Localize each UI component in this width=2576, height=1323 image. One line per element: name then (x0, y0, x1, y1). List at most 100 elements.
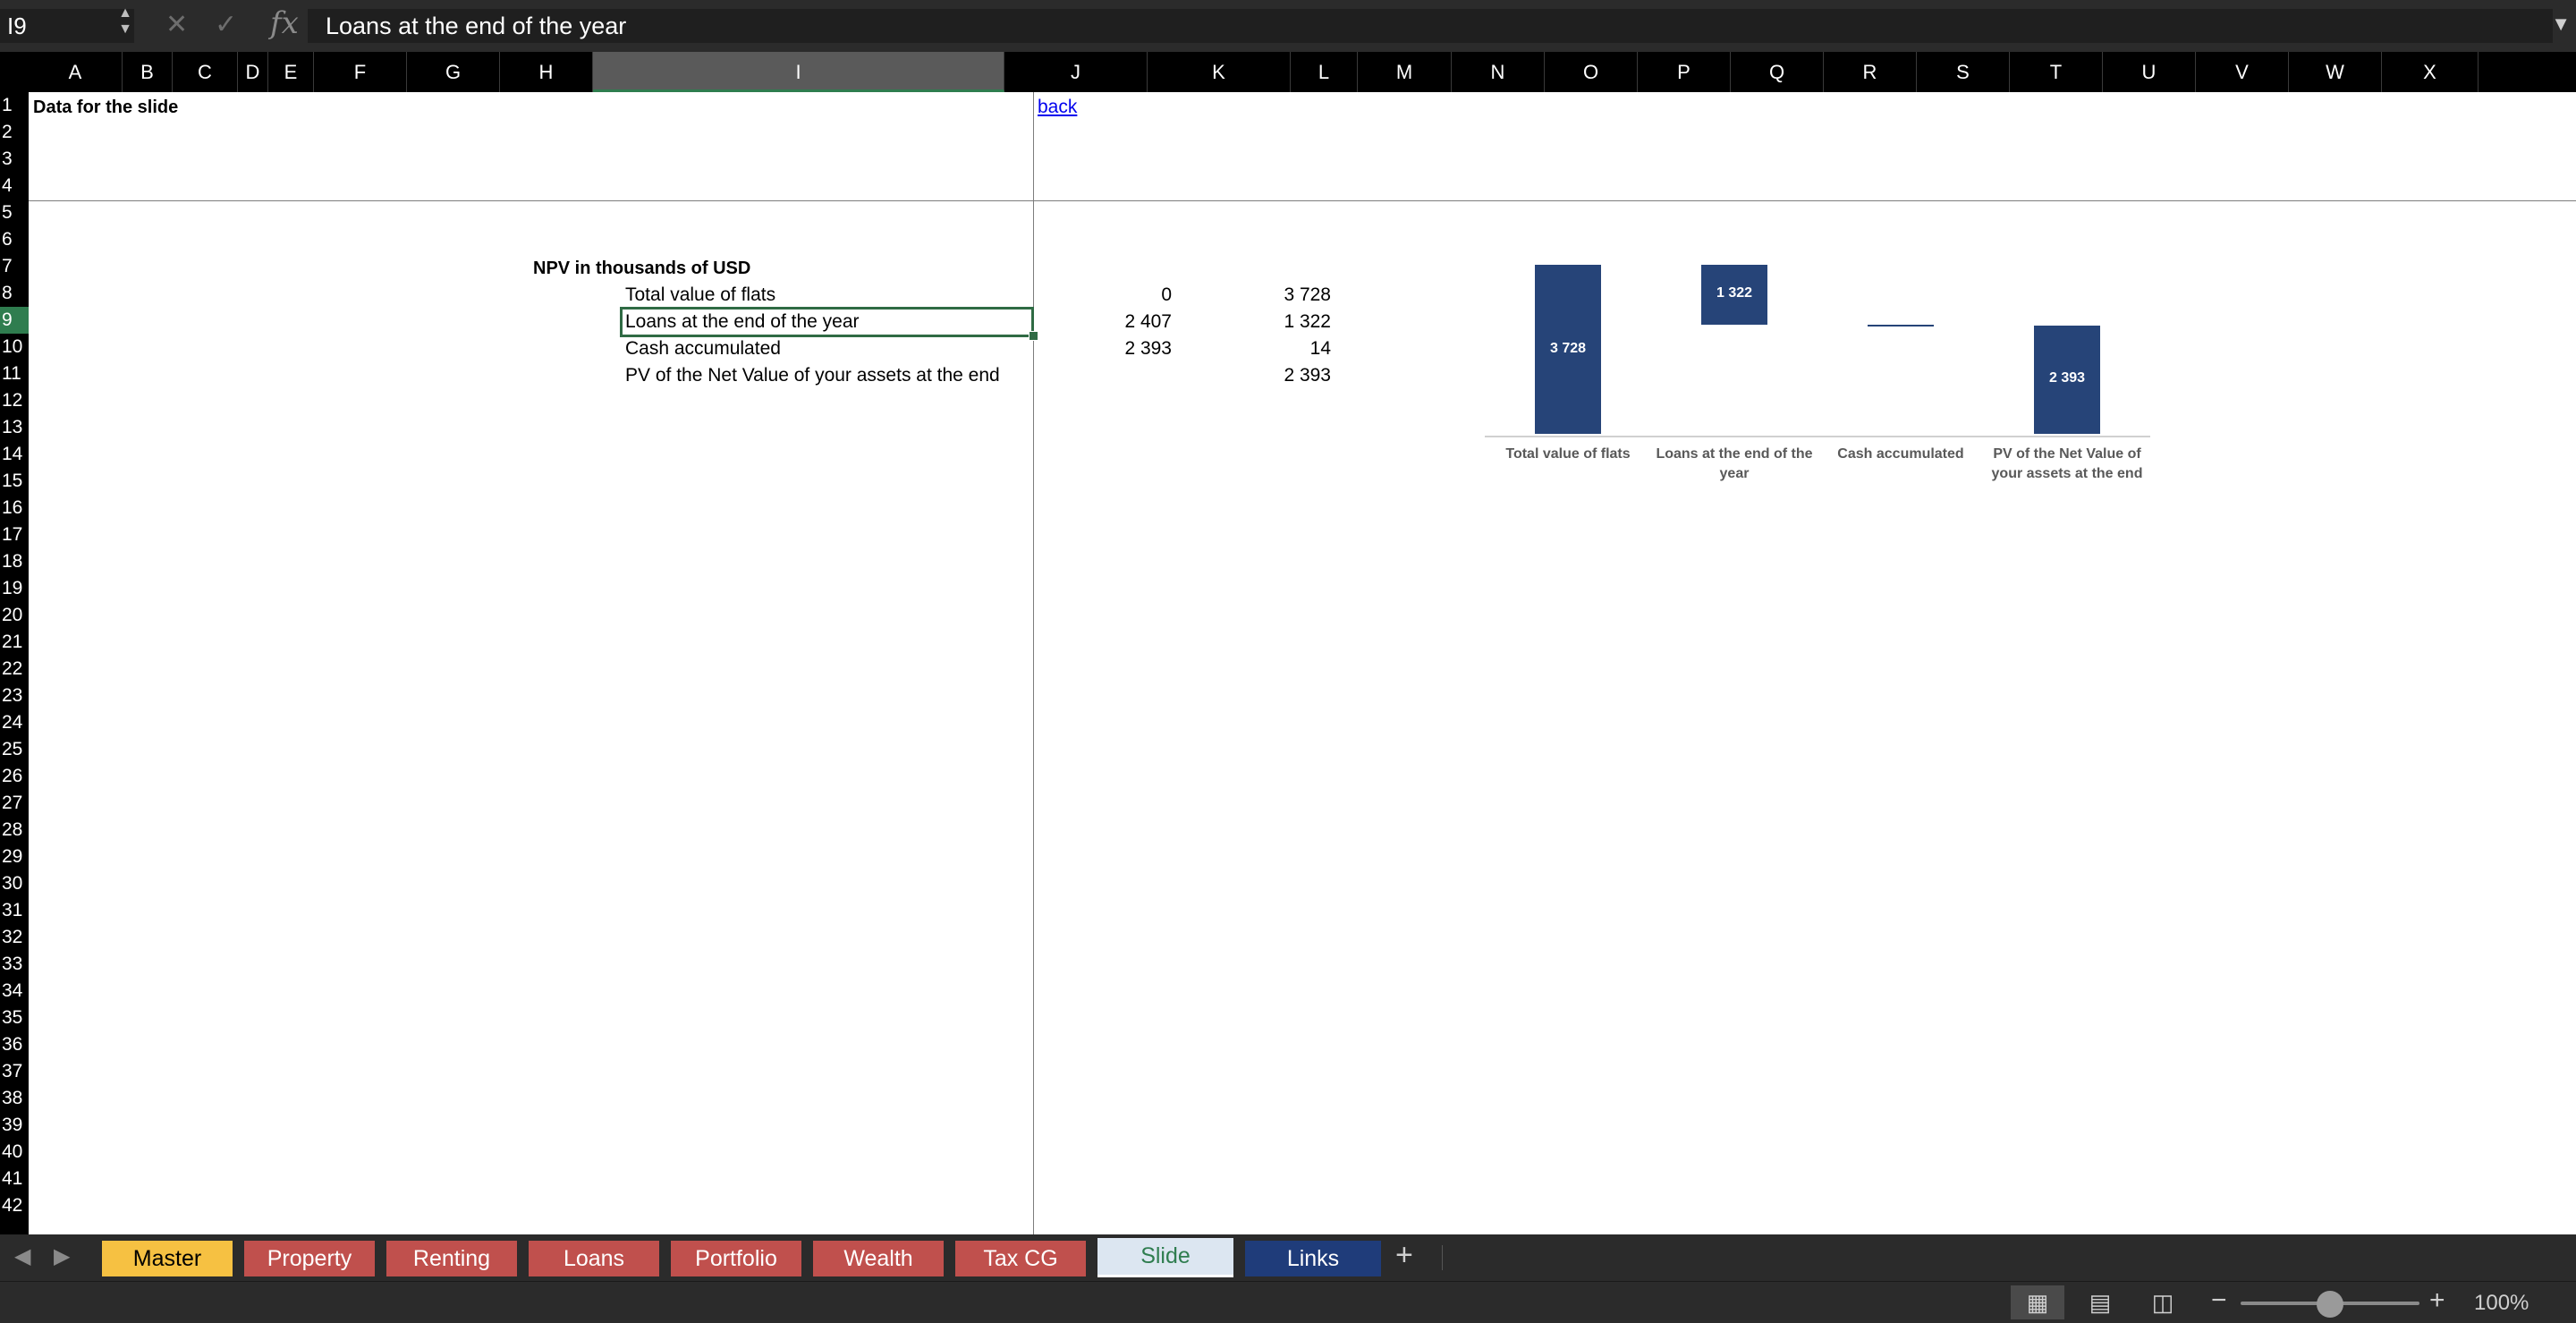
sheet-tab-master[interactable]: Master (102, 1241, 233, 1276)
row-header-1[interactable]: 1 (0, 92, 29, 119)
column-header-j[interactable]: J (1004, 52, 1148, 92)
sheet-tab-portfolio[interactable]: Portfolio (671, 1241, 801, 1276)
column-header-p[interactable]: P (1638, 52, 1731, 92)
row-header-32[interactable]: 32 (0, 924, 29, 951)
row-header-16[interactable]: 16 (0, 495, 29, 522)
fx-icon[interactable]: fx (270, 5, 299, 41)
normal-view-icon[interactable]: ▦ (2011, 1285, 2064, 1319)
row-header-12[interactable]: 12 (0, 387, 29, 414)
back-link[interactable]: back (1038, 94, 1077, 121)
zoom-slider-thumb[interactable] (2317, 1291, 2343, 1318)
status-bar: ▦ ▤ ◫ − + 100% (0, 1281, 2576, 1323)
row-header-34[interactable]: 34 (0, 978, 29, 1005)
row-header-4[interactable]: 4 (0, 173, 29, 199)
row-header-30[interactable]: 30 (0, 870, 29, 897)
column-header-h[interactable]: H (500, 52, 593, 92)
row-header-37[interactable]: 37 (0, 1058, 29, 1085)
row-header-13[interactable]: 13 (0, 414, 29, 441)
sheet-tab-renting[interactable]: Renting (386, 1241, 517, 1276)
row-header-5[interactable]: 5 (0, 199, 29, 226)
row-header-27[interactable]: 27 (0, 790, 29, 817)
column-header-q[interactable]: Q (1731, 52, 1824, 92)
sheet-tab-tax-cg[interactable]: Tax CG (955, 1241, 1086, 1276)
row-header-9[interactable]: 9 (0, 307, 29, 334)
row-header-26[interactable]: 26 (0, 763, 29, 790)
column-header-m[interactable]: M (1358, 52, 1452, 92)
row-header-15[interactable]: 15 (0, 468, 29, 495)
row-header-25[interactable]: 25 (0, 736, 29, 763)
name-box[interactable]: I9 (0, 9, 134, 43)
scroll-right-icon[interactable]: ▶ (54, 1243, 70, 1269)
column-header-i[interactable]: I (593, 52, 1004, 92)
row-header-8[interactable]: 8 (0, 280, 29, 307)
row-label: Total value of flats (625, 284, 776, 305)
close-icon[interactable]: ✕ (165, 7, 188, 43)
row-header-22[interactable]: 22 (0, 656, 29, 683)
zoom-in-icon[interactable]: + (2429, 1285, 2445, 1316)
column-header-b[interactable]: B (123, 52, 173, 92)
page-break-view-icon[interactable]: ◫ (2136, 1285, 2190, 1319)
row-header-28[interactable]: 28 (0, 817, 29, 844)
column-header-v[interactable]: V (2196, 52, 2289, 92)
row-header-31[interactable]: 31 (0, 897, 29, 924)
row-header-36[interactable]: 36 (0, 1031, 29, 1058)
column-header-r[interactable]: R (1824, 52, 1917, 92)
row-header-2[interactable]: 2 (0, 119, 29, 146)
chevron-down-icon[interactable]: ▼ (2551, 13, 2571, 36)
waterfall-chart[interactable]: 3 728 Total value of flats 1 322 Loans at t… (1485, 228, 2174, 496)
column-header-x[interactable]: X (2382, 52, 2479, 92)
row-header-24[interactable]: 24 (0, 709, 29, 736)
name-box-stepper[interactable]: ▲ ▼ (116, 5, 134, 38)
sheet-tab-slide[interactable]: Slide (1097, 1238, 1233, 1277)
row-header-33[interactable]: 33 (0, 951, 29, 978)
column-header-c[interactable]: C (173, 52, 238, 92)
column-header-e[interactable]: E (268, 52, 314, 92)
column-header-d[interactable]: D (238, 52, 268, 92)
row-header-39[interactable]: 39 (0, 1112, 29, 1139)
row-header-17[interactable]: 17 (0, 522, 29, 548)
row-header-10[interactable]: 10 (0, 334, 29, 360)
sheet-tab-loans[interactable]: Loans (529, 1241, 659, 1276)
column-header-t[interactable]: T (2010, 52, 2103, 92)
chart-bar[interactable] (1868, 325, 1934, 327)
row-header-41[interactable]: 41 (0, 1166, 29, 1192)
add-sheet-icon[interactable]: + (1395, 1238, 1413, 1273)
column-header-n[interactable]: N (1452, 52, 1545, 92)
sheet-tab-links[interactable]: Links (1245, 1241, 1381, 1276)
row-header-42[interactable]: 42 (0, 1192, 29, 1219)
row-header-20[interactable]: 20 (0, 602, 29, 629)
row-header-19[interactable]: 19 (0, 575, 29, 602)
row-header-29[interactable]: 29 (0, 844, 29, 870)
column-header-o[interactable]: O (1545, 52, 1638, 92)
scroll-left-icon[interactable]: ◀ (14, 1243, 30, 1269)
row-header-3[interactable]: 3 (0, 146, 29, 173)
formula-input[interactable]: Loans at the end of the year (308, 9, 2553, 43)
column-header-w[interactable]: W (2289, 52, 2382, 92)
worksheet-grid[interactable] (29, 92, 2576, 1234)
fill-handle[interactable] (1029, 331, 1038, 341)
row-header-23[interactable]: 23 (0, 683, 29, 709)
column-header-g[interactable]: G (407, 52, 500, 92)
row-header-14[interactable]: 14 (0, 441, 29, 468)
row-header-35[interactable]: 35 (0, 1005, 29, 1031)
column-header-k[interactable]: K (1148, 52, 1291, 92)
row-header-38[interactable]: 38 (0, 1085, 29, 1112)
check-icon[interactable]: ✓ (215, 7, 237, 43)
column-header-l[interactable]: L (1291, 52, 1358, 92)
row-header-11[interactable]: 11 (0, 360, 29, 387)
row-header-6[interactable]: 6 (0, 226, 29, 253)
column-header-s[interactable]: S (1917, 52, 2010, 92)
value-k: 1 322 (1284, 311, 1331, 332)
row-header-18[interactable]: 18 (0, 548, 29, 575)
column-header-f[interactable]: F (314, 52, 407, 92)
row-header-21[interactable]: 21 (0, 629, 29, 656)
column-header-a[interactable]: A (29, 52, 123, 92)
zoom-level[interactable]: 100% (2474, 1291, 2529, 1316)
row-header-40[interactable]: 40 (0, 1139, 29, 1166)
column-header-u[interactable]: U (2103, 52, 2196, 92)
sheet-tab-wealth[interactable]: Wealth (813, 1241, 944, 1276)
zoom-out-icon[interactable]: − (2211, 1285, 2227, 1316)
row-header-7[interactable]: 7 (0, 253, 29, 280)
sheet-tab-property[interactable]: Property (244, 1241, 375, 1276)
page-layout-view-icon[interactable]: ▤ (2073, 1285, 2127, 1319)
